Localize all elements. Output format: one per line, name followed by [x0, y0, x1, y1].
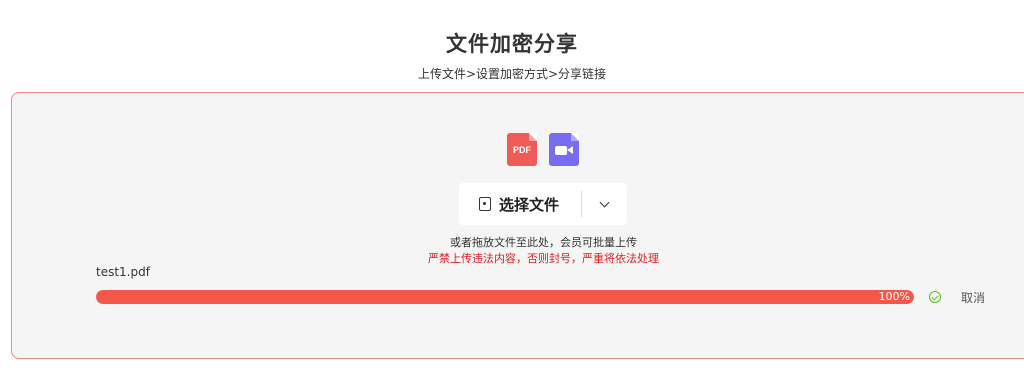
page-title: 文件加密分享	[446, 32, 578, 56]
progress-text: 100%	[878, 290, 910, 303]
drag-drop-hint: 或者拖放文件至此处，会员可批量上传	[450, 236, 637, 249]
pdf-icon-label: PDF	[513, 145, 531, 155]
chevron-down-icon	[599, 197, 610, 207]
progress-fill: 100%	[96, 290, 914, 304]
uploaded-file-name: test1.pdf	[96, 265, 150, 279]
video-icon	[549, 133, 579, 166]
check-circle-icon	[929, 291, 941, 303]
pdf-icon: PDF	[507, 133, 537, 166]
select-file-label: 选择文件	[499, 195, 560, 214]
document-icon	[479, 197, 491, 211]
upload-progress-bar: 100%	[96, 290, 914, 304]
upload-dropzone[interactable]: PDF 选择文件 或者拖放文件至此处，会员可批量上传 严禁上传违法内容，否则封号…	[11, 92, 1024, 359]
breadcrumb: 上传文件>设置加密方式>分享链接	[417, 67, 607, 81]
select-file-button[interactable]: 选择文件	[459, 183, 581, 225]
upload-options-dropdown[interactable]	[582, 183, 627, 225]
cancel-upload-button[interactable]: 取消	[961, 289, 985, 306]
select-file-group: 选择文件	[459, 183, 627, 225]
content-warning: 严禁上传违法内容，否则封号，严重将依法处理	[428, 252, 659, 265]
file-type-icons: PDF	[507, 133, 587, 166]
